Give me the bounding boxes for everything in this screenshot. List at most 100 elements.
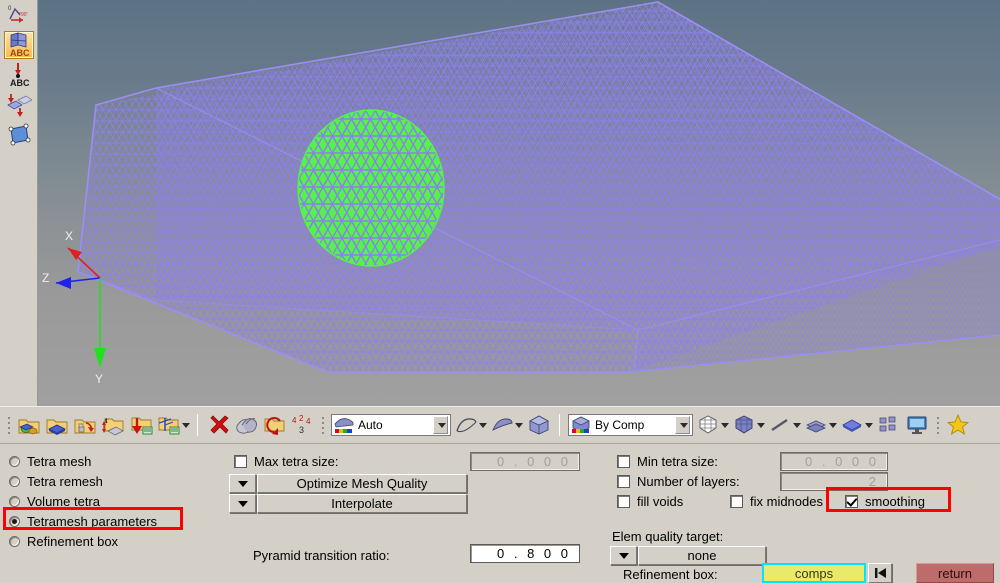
node-abc-icon[interactable]: ABC xyxy=(4,61,34,89)
checkbox-indicator[interactable] xyxy=(234,455,247,468)
chevron-down-icon[interactable] xyxy=(793,422,801,428)
shaded-elements-icon xyxy=(334,418,354,433)
chevron-down-icon[interactable] xyxy=(721,422,729,428)
include-icon[interactable]: t xyxy=(100,412,126,438)
toolbar-grip-3[interactable] xyxy=(934,414,941,436)
rotate-angle-icon[interactable]: 0 *90' xyxy=(4,1,34,29)
elem-quality-target-dropdown[interactable] xyxy=(610,546,637,565)
surface-patch-icon[interactable] xyxy=(4,121,34,149)
display-monitor-icon[interactable] xyxy=(904,412,930,438)
radio-tetra-mesh[interactable]: Tetra mesh xyxy=(9,454,91,469)
fill-voids-label: fill voids xyxy=(637,494,684,509)
color-by-combo[interactable]: By Comp xyxy=(568,414,693,436)
checkbox-indicator[interactable] xyxy=(730,495,743,508)
color-by-dropdown[interactable] xyxy=(675,416,690,434)
interpolate-button[interactable]: Interpolate xyxy=(257,494,467,513)
hypermesh-window: 0 *90' ABC ABC X Z Y t 4 2 4 3 Auto By C… xyxy=(0,0,1000,583)
toolbar-grip[interactable] xyxy=(5,414,12,436)
components-icon[interactable] xyxy=(16,412,42,438)
cube-color-icon xyxy=(572,416,590,433)
visualization-mode-dropdown[interactable] xyxy=(433,416,448,434)
radio-indicator[interactable] xyxy=(9,516,20,527)
shaded-geom-icon[interactable] xyxy=(490,412,524,438)
smoothing-checkbox[interactable]: smoothing xyxy=(845,494,925,509)
checkbox-indicator[interactable] xyxy=(617,495,630,508)
min-tetra-size-input[interactable]: 0 . 0 0 0 xyxy=(780,452,888,471)
radio-tetra-remesh[interactable]: Tetra remesh xyxy=(9,474,103,489)
interpolate-dropdown[interactable] xyxy=(229,494,256,513)
radio-tetramesh-parameters[interactable]: Tetramesh parameters xyxy=(9,514,157,529)
svg-text:ABC: ABC xyxy=(10,78,30,88)
shrink-elements-icon[interactable] xyxy=(840,412,874,438)
delete-icon[interactable] xyxy=(205,412,231,438)
window-tile-icon[interactable] xyxy=(876,412,902,438)
renumber-icon[interactable]: 4 2 4 3 xyxy=(289,412,315,438)
toolbar-grip-2[interactable] xyxy=(319,414,326,436)
node-edit-abc-icon[interactable]: ABC xyxy=(3,31,34,59)
svg-text:4: 4 xyxy=(306,417,311,426)
number-of-layers-input[interactable]: 2 xyxy=(780,472,888,491)
chevron-down-icon[interactable] xyxy=(515,422,523,428)
svg-text:ABC: ABC xyxy=(10,48,30,58)
radio-indicator[interactable] xyxy=(9,476,20,487)
return-button[interactable]: return xyxy=(916,563,994,583)
chevron-down-icon[interactable] xyxy=(757,422,765,428)
mask-icon[interactable] xyxy=(233,412,259,438)
chevron-down-icon[interactable] xyxy=(829,422,837,428)
toolbar-separator-2 xyxy=(559,414,560,436)
refinement-box-comps-button[interactable]: comps xyxy=(762,563,866,583)
min-tetra-size-checkbox[interactable]: Min tetra size: xyxy=(617,454,718,469)
checkbox-indicator[interactable] xyxy=(617,475,630,488)
smoothing-label: smoothing xyxy=(865,494,925,509)
favorites-star-icon[interactable] xyxy=(945,412,971,438)
toolbar-separator xyxy=(197,414,198,436)
radio-indicator[interactable] xyxy=(9,456,20,467)
chevron-down-icon[interactable] xyxy=(182,422,190,428)
wireframe-mesh-icon[interactable] xyxy=(696,412,730,438)
shaded-mesh-icon[interactable] xyxy=(732,412,766,438)
component-create-icon[interactable] xyxy=(44,412,70,438)
radio-refinement-box[interactable]: Refinement box xyxy=(9,534,118,549)
organize-icon[interactable] xyxy=(156,412,190,438)
element-faces-icon[interactable] xyxy=(804,412,838,438)
rewind-icon[interactable] xyxy=(868,563,892,583)
left-vertical-toolbar: 0 *90' ABC ABC xyxy=(0,0,38,406)
checkbox-indicator[interactable] xyxy=(617,455,630,468)
chevron-down-icon[interactable] xyxy=(865,422,873,428)
radio-indicator[interactable] xyxy=(9,496,20,507)
pyramid-transition-ratio-input[interactable]: 0 . 8 0 0 xyxy=(470,544,580,563)
optimize-mesh-quality-button[interactable]: Optimize Mesh Quality xyxy=(257,474,467,493)
checkbox-indicator[interactable] xyxy=(845,495,858,508)
fix-midnodes-label: fix midnodes xyxy=(750,494,823,509)
svg-text:0: 0 xyxy=(8,6,12,12)
elem-quality-target-button[interactable]: none xyxy=(638,546,766,565)
translate-elements-icon[interactable] xyxy=(4,91,34,119)
tetramesh-parameters-panel: Tetra mesh Tetra remesh Volume tetra Tet… xyxy=(0,443,1000,583)
svg-text:t: t xyxy=(105,416,108,425)
svg-text:4: 4 xyxy=(292,416,297,425)
min-tetra-size-label: Min tetra size: xyxy=(637,454,718,469)
shaded-solid-icon[interactable] xyxy=(526,412,552,438)
radio-label: Tetramesh parameters xyxy=(27,514,158,529)
fill-voids-checkbox[interactable]: fill voids xyxy=(617,494,683,509)
3d-viewport[interactable]: X Z Y xyxy=(38,0,1000,406)
wireframe-geom-icon[interactable] xyxy=(454,412,488,438)
assembly-icon[interactable] xyxy=(72,412,98,438)
color-by-value: By Comp xyxy=(595,418,645,432)
number-of-layers-checkbox[interactable]: Number of layers: xyxy=(617,474,740,489)
max-tetra-size-input[interactable]: 0 . 0 0 0 xyxy=(470,452,580,471)
chevron-down-icon[interactable] xyxy=(479,422,487,428)
visualization-mode-value: Auto xyxy=(358,418,383,432)
radio-volume-tetra[interactable]: Volume tetra xyxy=(9,494,100,509)
max-tetra-size-checkbox[interactable]: Max tetra size: xyxy=(234,454,339,469)
fix-midnodes-checkbox[interactable]: fix midnodes xyxy=(730,494,823,509)
radio-indicator[interactable] xyxy=(9,536,20,547)
optimize-mesh-quality-dropdown[interactable] xyxy=(229,474,256,493)
find-icon[interactable] xyxy=(261,412,287,438)
import-icon[interactable] xyxy=(128,412,154,438)
visualization-mode-combo[interactable]: Auto xyxy=(331,414,451,436)
svg-text:2: 2 xyxy=(299,414,304,423)
element-lines-icon[interactable] xyxy=(768,412,802,438)
elem-quality-target-label: Elem quality target: xyxy=(612,529,724,544)
mesh-render: X Z Y xyxy=(42,1,1000,386)
